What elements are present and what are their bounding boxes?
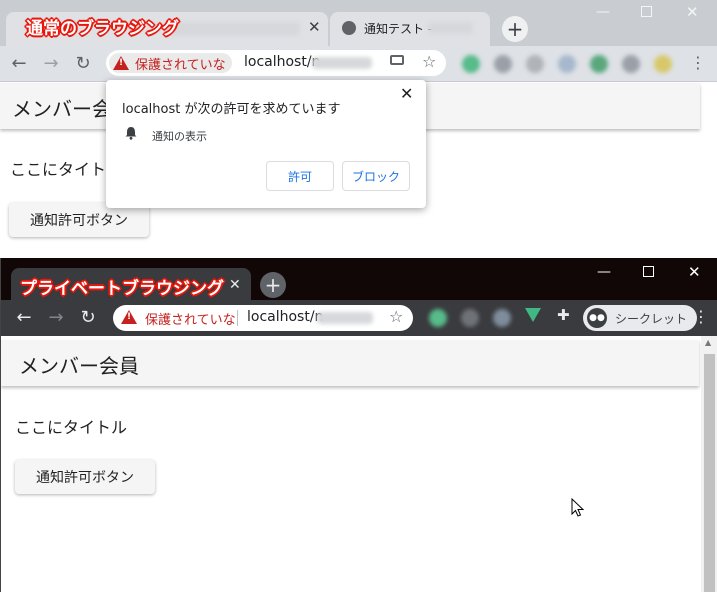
bookmark-star-icon[interactable]: ☆	[422, 52, 436, 71]
scrollbar-thumb[interactable]	[704, 354, 715, 592]
window-close-icon[interactable]: ✕	[688, 263, 701, 281]
permission-popup: localhost が次の許可を求めています ✕ 通知の表示 許可 ブロック	[106, 80, 426, 208]
extension-icon[interactable]	[558, 55, 576, 73]
permission-message: localhost が次の許可を求めています	[122, 102, 341, 117]
back-arrow-left-icon[interactable]: ←	[8, 52, 30, 74]
page-content: メンバー会員 ここにタイトル 通知許可ボタン	[1, 336, 701, 592]
tab-title-redacted	[428, 22, 473, 34]
app-bar: メンバー会員	[1, 340, 699, 386]
url-redacted	[312, 57, 372, 69]
tab-title: 通知テスト -	[364, 22, 433, 36]
allow-button[interactable]: 許可	[266, 161, 334, 191]
forward-arrow-right-icon[interactable]: →	[45, 306, 67, 328]
page-title: メンバー会員	[19, 354, 139, 378]
new-tab-plus-icon[interactable]: +	[260, 272, 286, 298]
cast-icon[interactable]	[390, 55, 404, 65]
extension-icon[interactable]	[429, 309, 447, 327]
reload-icon[interactable]: ↻	[72, 52, 94, 74]
omnibox[interactable]: ! 保護されていな localhost/n ☆	[113, 305, 413, 331]
incognito-label: シークレット	[615, 311, 688, 326]
bell-icon	[125, 127, 137, 140]
omnibox[interactable]: ! 保護されていな localhost/n ☆	[106, 50, 446, 76]
extension-icon[interactable]	[461, 309, 479, 327]
notification-permission-button[interactable]: 通知許可ボタン	[15, 460, 155, 494]
page-heading: ここにタイト	[10, 160, 107, 179]
url-redacted	[317, 312, 373, 324]
notification-permission-button[interactable]: 通知許可ボタン	[9, 203, 149, 237]
extension-icon[interactable]	[526, 55, 544, 73]
security-chip[interactable]: ! 保護されていな	[109, 53, 232, 73]
extension-icon[interactable]	[654, 55, 672, 73]
incognito-icon: ●●	[587, 308, 607, 328]
extension-icon[interactable]	[493, 309, 511, 327]
bookmark-star-icon[interactable]: ☆	[389, 307, 403, 326]
minimize-icon[interactable]: —	[597, 264, 611, 280]
incognito-chip[interactable]: ●● シークレット	[583, 305, 698, 331]
back-arrow-left-icon[interactable]: ←	[13, 306, 35, 328]
toolbar: ← → ↻ ! 保護されていな localhost/n ☆ ✚ ●● シークレッ…	[1, 300, 717, 336]
url-text[interactable]: localhost/n	[247, 309, 323, 325]
scroll-up-icon[interactable]: ▲	[705, 338, 711, 347]
tab-close-icon[interactable]: ✕	[308, 18, 321, 36]
vue-devtools-icon[interactable]	[525, 308, 541, 322]
globe-icon	[342, 21, 356, 35]
reload-icon[interactable]: ↻	[77, 306, 99, 328]
extension-icon[interactable]	[590, 55, 608, 73]
page-heading: ここにタイトル	[15, 418, 128, 437]
private-browser-window: ✕ + — ✕ ← → ↻ ! 保護されていな localhost/n ☆ ✚ …	[0, 258, 717, 592]
page-title: メンバー会	[12, 97, 112, 121]
popup-close-icon[interactable]: ✕	[400, 84, 413, 103]
toolbar: ← → ↻ ! 保護されていな localhost/n ☆ ⋮	[0, 46, 717, 82]
extension-icon[interactable]	[494, 55, 512, 73]
url-text[interactable]: localhost/n	[244, 54, 320, 70]
maximize-icon[interactable]	[641, 6, 652, 17]
forward-arrow-right-icon[interactable]: →	[40, 52, 62, 74]
extension-icon[interactable]	[462, 55, 480, 73]
mouse-cursor-icon	[571, 498, 585, 517]
kebab-menu-icon[interactable]: ⋮	[690, 53, 706, 72]
kebab-menu-icon[interactable]: ⋮	[693, 307, 709, 326]
warning-icon: !	[121, 310, 143, 324]
tab-title-redacted	[170, 22, 300, 36]
minimize-icon[interactable]: —	[596, 4, 610, 20]
tab-close-icon[interactable]: ✕	[229, 277, 241, 293]
caption-normal: 通常のブラウジング	[26, 19, 179, 39]
extension-icon[interactable]	[622, 55, 640, 73]
caption-private: プライベートブラウジング	[20, 279, 224, 299]
security-label: 保護されていな	[145, 313, 236, 328]
divider	[237, 310, 238, 326]
window-close-icon[interactable]: ✕	[686, 3, 699, 21]
new-tab-plus-icon[interactable]: +	[502, 16, 528, 42]
warning-icon: !	[113, 56, 129, 70]
maximize-icon[interactable]	[643, 266, 654, 277]
permission-item: 通知の表示	[152, 130, 207, 143]
security-label: 保護されていな	[135, 57, 226, 73]
extensions-puzzle-icon[interactable]: ✚	[557, 306, 570, 324]
block-button[interactable]: ブロック	[342, 161, 410, 191]
